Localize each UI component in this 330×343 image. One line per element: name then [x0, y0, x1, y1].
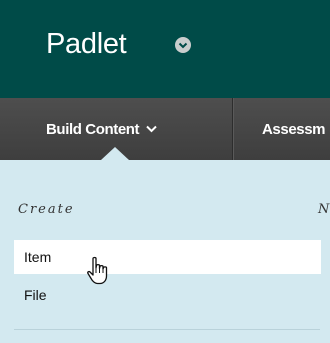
tab-separator — [232, 98, 234, 160]
dropdown-pointer — [101, 147, 129, 160]
menu-item-label: File — [24, 287, 47, 303]
menu-item-label: Item — [24, 249, 52, 265]
build-content-dropdown: Create N Item File — [0, 160, 330, 343]
tab-assessments-label: Assessm — [262, 120, 326, 138]
page: Padlet Build Content Assessm Create N It… — [0, 0, 330, 343]
menu-item-file[interactable]: File — [14, 278, 321, 312]
menu-heading-create: Create — [18, 202, 75, 217]
tab-assessments[interactable]: Assessm — [262, 98, 325, 160]
tab-build-content-label: Build Content — [46, 120, 140, 138]
course-title[interactable]: Padlet — [46, 24, 127, 64]
hand-pointer-cursor-icon — [87, 256, 108, 285]
course-menu-bar: Build Content Assessm — [0, 98, 330, 160]
chevron-down-circle-icon[interactable] — [175, 37, 191, 53]
menu-item-item[interactable]: Item — [14, 240, 321, 274]
menu-heading-next: N — [318, 202, 330, 217]
chevron-down-icon — [146, 125, 157, 133]
course-header: Padlet — [0, 0, 330, 98]
menu-divider — [14, 329, 320, 330]
